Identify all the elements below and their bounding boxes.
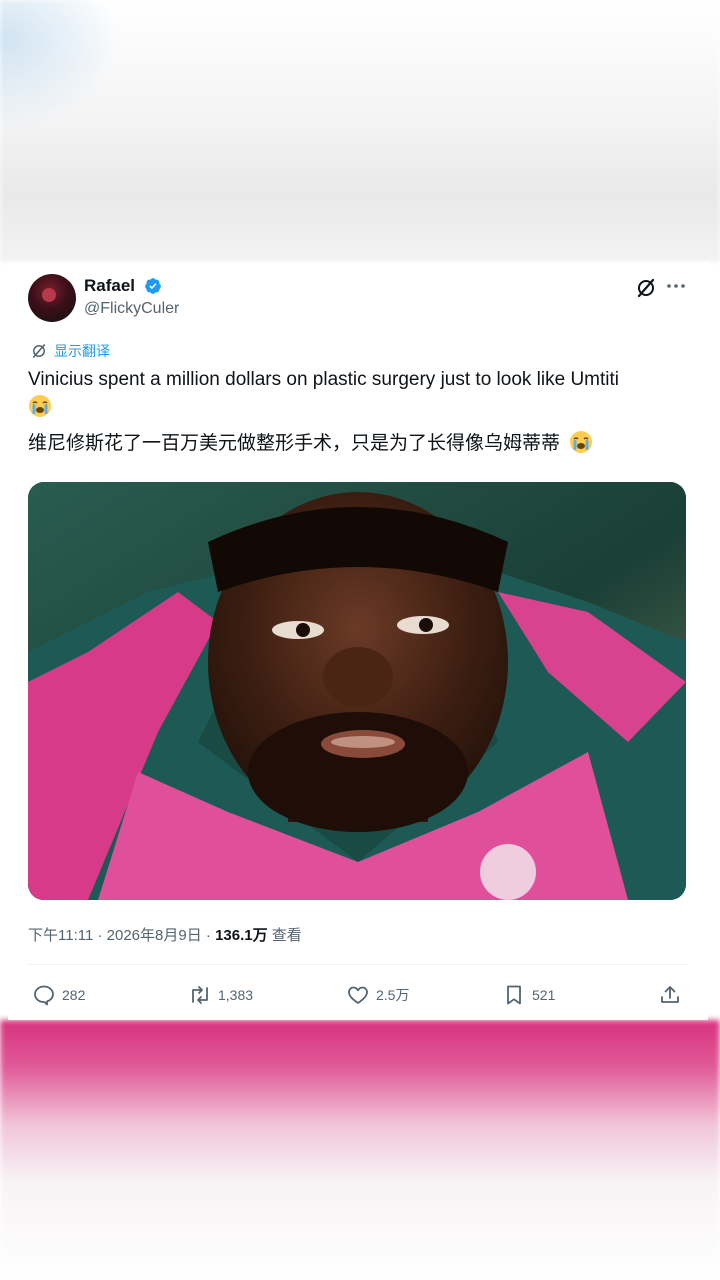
tweet-time[interactable]: 下午11:11	[28, 927, 93, 944]
grok-icon[interactable]	[634, 276, 658, 300]
player-photo-illustration	[28, 482, 686, 900]
show-translation-label: 显示翻译	[54, 343, 110, 359]
reply-button[interactable]: 282	[32, 980, 85, 1010]
tweet-text-original: Vinicius spent a million dollars on plas…	[28, 366, 688, 422]
bookmark-count: 521	[532, 987, 556, 1003]
bookmark-button[interactable]: 521	[502, 980, 555, 1010]
avatar[interactable]	[28, 274, 76, 322]
view-count: 136.1万	[215, 927, 268, 944]
tweet-text-zh: 维尼修斯花了一百万美元做整形手术，只是为了长得像乌姆蒂蒂	[28, 433, 561, 454]
retweet-icon	[192, 986, 208, 1004]
like-button[interactable]: 2.5万	[346, 980, 409, 1010]
share-button[interactable]	[658, 980, 682, 1010]
tweet-metadata: 下午11:11 · 2026年8月9日 · 136.1万 查看	[28, 924, 302, 945]
author-handle[interactable]: @FlickyCuler	[84, 300, 179, 318]
meta-separator: ·	[205, 927, 211, 944]
loudly-crying-face-icon	[570, 431, 593, 453]
blurred-background-bottom	[0, 1020, 720, 1280]
share-icon	[661, 986, 679, 1003]
tweet-text-en: Vinicius spent a million dollars on plas…	[28, 369, 620, 390]
author-name[interactable]: Rafael	[84, 276, 135, 296]
reply-icon	[34, 985, 54, 1006]
retweet-count: 1,383	[218, 987, 254, 1003]
heart-icon	[348, 986, 368, 1004]
tweet-text-translated: 维尼修斯花了一百万美元做整形手术，只是为了长得像乌姆蒂蒂	[28, 430, 688, 458]
more-options-icon[interactable]	[664, 274, 688, 298]
bookmark-icon	[507, 985, 521, 1005]
views-label: 查看	[271, 927, 302, 944]
tweet-date[interactable]: 2026年8月9日	[107, 927, 202, 944]
translate-icon	[32, 344, 46, 358]
blurred-background-top	[0, 0, 720, 262]
meta-separator: ·	[97, 927, 103, 944]
action-bar: 282 1,383 2.5万 521	[28, 980, 688, 1010]
reply-count: 282	[62, 987, 86, 1003]
like-count: 2.5万	[376, 987, 410, 1003]
loudly-crying-face-icon	[29, 395, 51, 417]
verified-badge-icon	[145, 278, 161, 294]
divider	[28, 964, 688, 965]
tweet-photo[interactable]	[28, 482, 686, 900]
tweet-card: Rafael @FlickyCuler 显示翻译 Vinicius spent …	[8, 262, 708, 1020]
retweet-button[interactable]: 1,383	[188, 980, 253, 1010]
show-translation-link[interactable]: 显示翻译	[30, 342, 110, 360]
